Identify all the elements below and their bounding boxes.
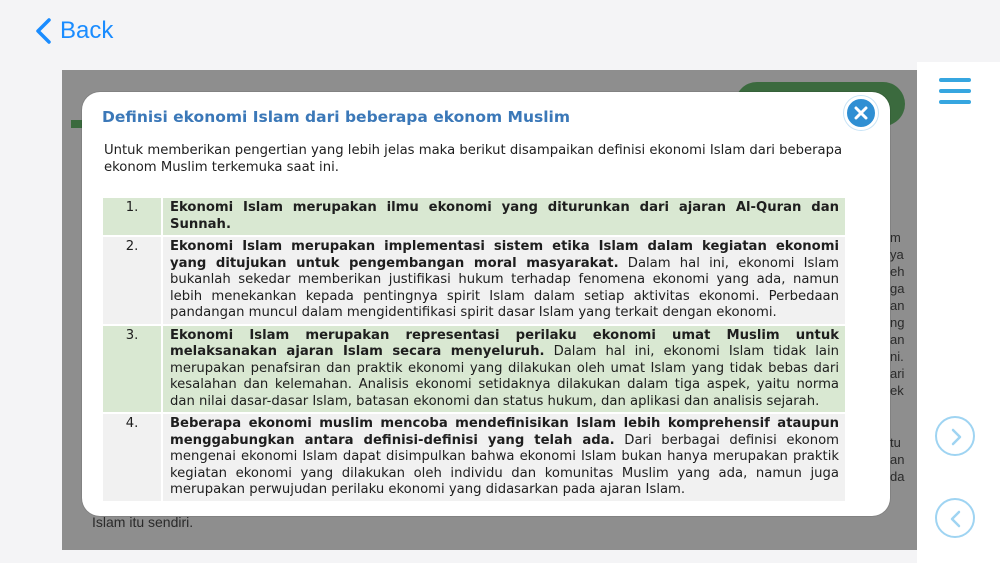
fragment: m xyxy=(890,230,901,245)
previous-page-button[interactable] xyxy=(935,498,975,538)
fragment: eh xyxy=(890,264,905,279)
fragment: an xyxy=(890,298,905,313)
fragment: an xyxy=(890,332,905,347)
back-button[interactable]: Back xyxy=(34,14,113,48)
row-number: 3. xyxy=(103,325,161,412)
row-text: Ekonomi Islam merupakan ilmu ekonomi yan… xyxy=(161,198,845,235)
background-text-fragments-top: m ya eh ga an ng an ni. ari ek xyxy=(890,229,916,399)
fragment: an xyxy=(890,452,905,467)
table-row: 4. Beberapa ekonomi muslim mencoba mende… xyxy=(103,414,845,501)
background-bottom-text: Islam itu sendiri. xyxy=(92,514,194,530)
row-text: Ekonomi Islam merupakan representasi per… xyxy=(161,325,845,412)
definition-modal: Definisi ekonomi Islam dari beberapa eko… xyxy=(82,92,890,516)
row-text: Beberapa ekonomi muslim mencoba mendefin… xyxy=(161,414,845,501)
table-row: 3. Ekonomi Islam merupakan representasi … xyxy=(103,325,845,412)
fragment: ng xyxy=(890,315,905,330)
table-row: 1. Ekonomi Islam merupakan ilmu ekonomi … xyxy=(103,198,845,235)
fragment: ni. xyxy=(890,349,904,364)
back-label: Back xyxy=(60,17,114,44)
fragment: da xyxy=(890,469,905,484)
intro-paragraph: Untuk memberikan pengertian yang lebih j… xyxy=(104,143,843,175)
row-bold-text: Ekonomi Islam merupakan ilmu ekonomi yan… xyxy=(170,200,839,232)
fragment: ya xyxy=(890,247,904,262)
fragment: tu xyxy=(890,435,901,450)
row-number: 1. xyxy=(103,198,161,235)
background-text-fragments-bottom: tu an da xyxy=(890,434,916,485)
close-button[interactable] xyxy=(844,96,878,130)
chevron-left-icon xyxy=(36,18,51,44)
right-rail xyxy=(917,62,1000,563)
next-page-button[interactable] xyxy=(935,416,975,456)
modal-title: Definisi ekonomi Islam dari beberapa eko… xyxy=(102,108,570,126)
fragment: ga xyxy=(890,281,905,296)
hamburger-menu-icon[interactable] xyxy=(939,78,971,104)
row-number: 2. xyxy=(103,237,161,324)
row-text: Ekonomi Islam merupakan implementasi sis… xyxy=(161,237,845,324)
chevron-right-icon xyxy=(951,428,962,446)
close-icon xyxy=(854,106,868,120)
fragment: ari xyxy=(890,366,905,381)
definitions-table: 1. Ekonomi Islam merupakan ilmu ekonomi … xyxy=(103,196,845,503)
table-row: 2. Ekonomi Islam merupakan implementasi … xyxy=(103,237,845,324)
chevron-left-icon xyxy=(950,510,961,528)
top-bar: Back xyxy=(0,0,1000,62)
fragment: ek xyxy=(890,383,904,398)
row-number: 4. xyxy=(103,414,161,501)
